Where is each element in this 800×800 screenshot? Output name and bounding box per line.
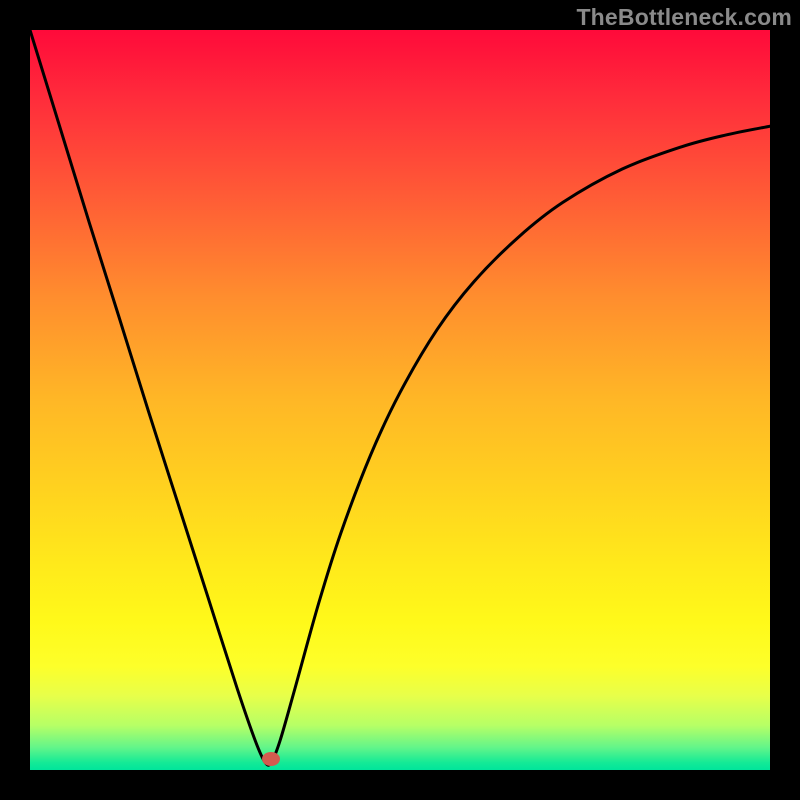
bottleneck-curve [30,30,770,770]
watermark-text: TheBottleneck.com [576,4,792,31]
curve-path [30,30,770,765]
optimal-point-marker [262,752,280,766]
plot-area [30,30,770,770]
chart-frame: TheBottleneck.com [0,0,800,800]
